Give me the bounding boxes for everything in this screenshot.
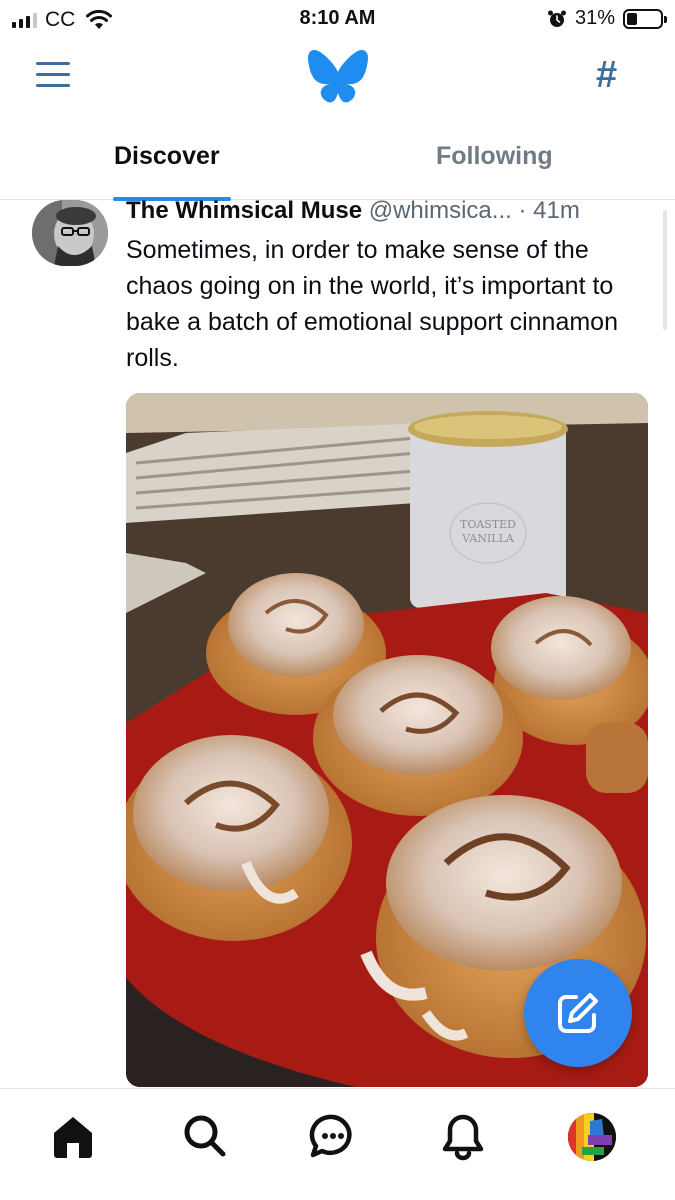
status-bar: CC 8:10 AM 31% [0,0,675,40]
post-text: Sometimes, in order to make sense of the… [126,236,618,372]
feed-post[interactable]: The Whimsical Muse @whimsica... · 41m So… [0,200,675,1090]
app-screen: CC 8:10 AM 31% # Discover Following The … [0,0,675,1200]
avatar[interactable] [32,200,108,266]
home-icon[interactable] [48,1111,98,1161]
post-time: 41m [533,200,580,224]
app-header: # [0,40,675,120]
svg-text:VANILLA: VANILLA [461,532,515,545]
menu-icon[interactable] [34,58,74,94]
battery-percent: 31% [574,7,615,29]
bell-icon[interactable] [438,1111,488,1161]
post-header: The Whimsical Muse @whimsica... · 41m [126,200,656,225]
bottom-nav [0,1088,675,1200]
profile-avatar[interactable] [568,1113,616,1161]
chat-icon[interactable] [308,1111,358,1161]
feed-tabs: Discover Following [0,130,675,201]
avatar-photo [32,200,108,266]
tab-following[interactable]: Following [436,142,553,171]
status-right: 31% [547,7,667,30]
profile-avatar-image [568,1113,616,1161]
author-name[interactable]: The Whimsical Muse [126,200,362,224]
compose-icon [558,993,598,1033]
candle-label: TOASTED [460,518,516,531]
tab-discover[interactable]: Discover [114,142,220,171]
battery-icon [623,8,667,29]
alarm-icon [547,10,566,27]
scrollbar[interactable] [663,210,667,330]
butterfly-logo[interactable] [306,48,370,106]
meta-separator: · [518,200,527,224]
compose-button[interactable] [524,959,632,1067]
search-icon[interactable] [180,1111,230,1161]
author-handle[interactable]: @whimsica... [369,200,512,224]
hashtag-icon[interactable]: # [596,54,617,97]
